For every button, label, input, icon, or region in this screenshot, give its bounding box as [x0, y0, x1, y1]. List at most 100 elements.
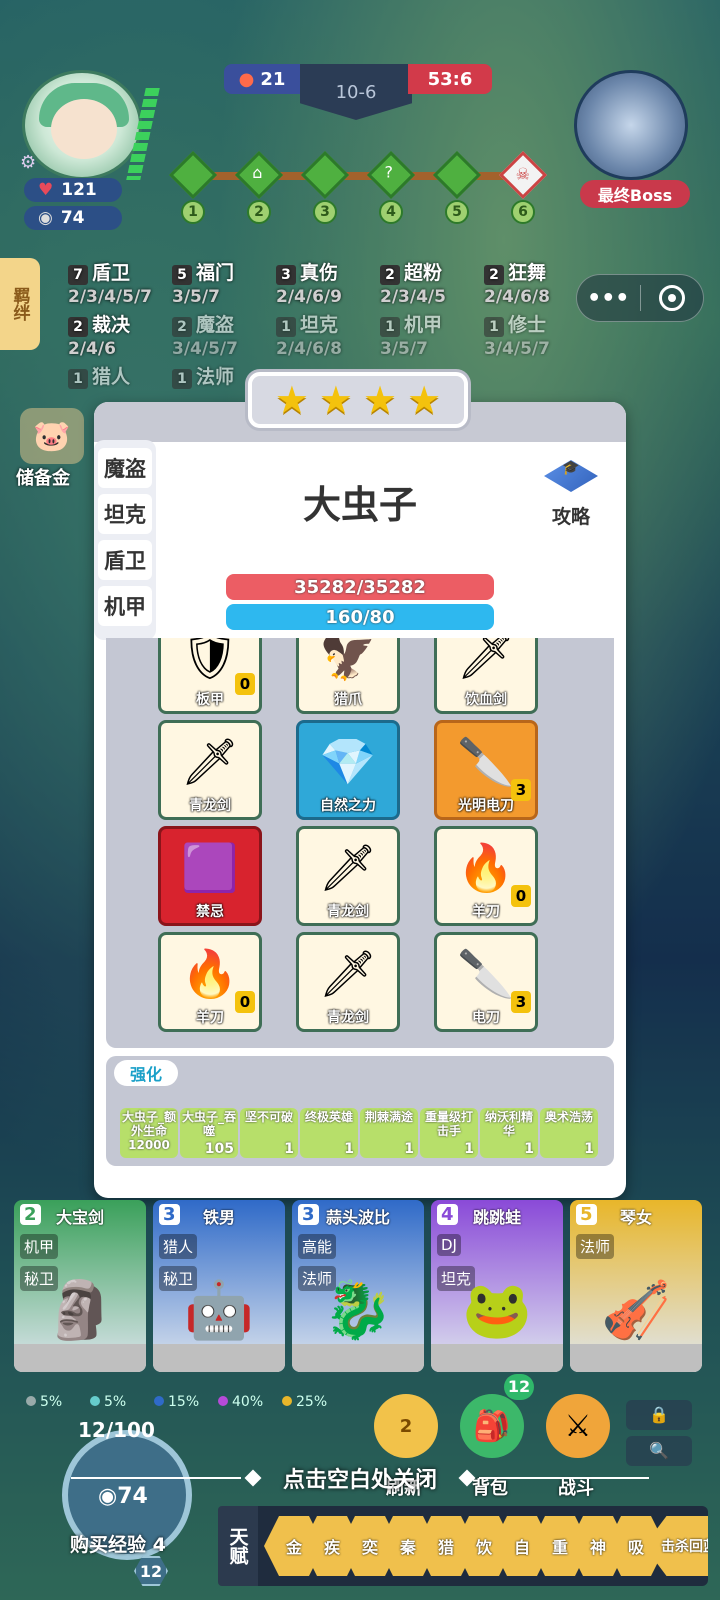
shop-odds-item: 40%	[218, 1394, 263, 1410]
blade-icon: 🔪	[457, 734, 515, 789]
synergy-item[interactable]: 2 超粉 2/3/4/5	[380, 258, 446, 307]
shop-card[interactable]: 5 琴女 法师 🎻	[570, 1200, 702, 1372]
shop-card[interactable]: 2 大宝剑 机甲 秘卫 🗿	[14, 1200, 146, 1372]
shop-card[interactable]: 4 跳跳蛙 DJ 坦克 🐸	[431, 1200, 563, 1372]
guide-button[interactable]: 🎓 攻略	[538, 460, 604, 530]
coin-icon: ◉	[38, 208, 53, 228]
synergy-name: 狂舞	[508, 262, 547, 284]
synergy-count: 1	[276, 317, 296, 337]
shop-card[interactable]: 3 铁男 猎人 秘卫 🤖	[153, 1200, 285, 1372]
enhancement-chip[interactable]: 大虫子_额外生命12000	[120, 1108, 178, 1158]
synergy-item[interactable]: 1 坦克 2/4/6/8	[276, 310, 342, 359]
enhancement-chip[interactable]: 终极英雄 1	[300, 1108, 358, 1158]
shop-card[interactable]: 3 蒜头波比 高能 法师 🐉	[292, 1200, 424, 1372]
odds-value: 40%	[232, 1394, 264, 1410]
synergy-name: 坦克	[300, 314, 339, 336]
enhancement-value: 1	[284, 1141, 294, 1157]
equipment-slot[interactable]: 🔪 光明电刀 3	[434, 720, 538, 820]
red-score: 53:6	[408, 64, 492, 94]
hint-diamond-left	[244, 1469, 262, 1487]
synergy-item[interactable]: 1 修士 3/4/5/7	[484, 310, 550, 359]
player-avatar[interactable]	[22, 70, 142, 180]
armor-icon: 🛡	[180, 638, 240, 683]
close-miniprogram-icon[interactable]	[641, 285, 704, 311]
synergy-item[interactable]: 5 福门 3/5/7	[172, 258, 234, 307]
final-boss-portrait[interactable]	[574, 70, 688, 180]
odds-dot-icon	[282, 1396, 292, 1406]
backpack-icon: 🎒	[473, 1408, 511, 1444]
trait-tab-1[interactable]: 坦克	[98, 494, 152, 534]
equipment-slot[interactable]: 🗡 青龙剑	[296, 826, 400, 926]
enhancement-chip[interactable]: 坚不可破 1	[240, 1108, 298, 1158]
equipment-slot[interactable]: 🔥 羊刀 0	[158, 932, 262, 1032]
miniprogram-capsule[interactable]: •••	[576, 274, 704, 322]
synergy-item[interactable]: 1 法师	[172, 362, 234, 391]
stage-number: 2	[247, 200, 271, 224]
card-trait: 机甲	[20, 1234, 59, 1259]
reserve-gold-label: 储备金	[16, 468, 70, 489]
backpack-button[interactable]: 🎒	[460, 1394, 524, 1458]
close-hint[interactable]: 点击空白处关闭	[0, 1458, 720, 1498]
coins-icon: 2	[399, 1415, 413, 1437]
synergy-item[interactable]: 2 狂舞 2/4/6/8	[484, 258, 550, 307]
card-name: 跳跳蛙	[472, 1208, 521, 1227]
blue-score-value: 21	[260, 68, 286, 90]
equipment-slot[interactable]: 🔥 羊刀 0	[434, 826, 538, 926]
equipment-slot[interactable]: 💎 自然之力	[296, 720, 400, 820]
talent-name: 奕	[361, 1538, 378, 1557]
talent-tab[interactable]: 天赋	[218, 1506, 258, 1586]
settings-gear-icon[interactable]: ⚙	[20, 152, 36, 173]
hero-hp-bar: 35282/35282	[226, 574, 494, 600]
equipment-slot[interactable]: 🗡 饮血剑	[434, 638, 538, 714]
synergy-count: 1	[68, 369, 88, 389]
cube-icon: 🟪	[181, 840, 239, 895]
hp-pill: ♥ 121	[24, 178, 122, 202]
xp-progress: 12/100	[78, 1418, 155, 1442]
card-footer	[153, 1344, 285, 1372]
gold-value: 74	[60, 208, 85, 228]
enhancement-value: 105	[204, 1141, 234, 1157]
enhancement-chip[interactable]: 纳沃利精华 1	[480, 1108, 538, 1158]
equipment-slot[interactable]: 🦅 猎爪	[296, 638, 400, 714]
synergy-count: 2	[172, 317, 192, 337]
equipment-slot[interactable]: 🛡 板甲 0	[158, 638, 262, 714]
enhancement-title: 强化	[114, 1060, 178, 1086]
talent-name: 猎	[437, 1538, 454, 1557]
synergy-tab[interactable]: 羁绊	[0, 258, 40, 350]
synergy-item[interactable]: 1 猎人	[68, 362, 130, 391]
more-menu-icon[interactable]: •••	[577, 286, 640, 311]
enhancement-chip[interactable]: 大虫子_吞噬 105	[180, 1108, 238, 1158]
hint-line-right	[479, 1477, 649, 1479]
trait-tab-3[interactable]: 机甲	[98, 586, 152, 626]
equipment-stack-badge: 0	[235, 673, 255, 695]
synergy-count: 5	[172, 265, 192, 285]
backpack-count-badge: 12	[504, 1374, 534, 1400]
lock-shop-button[interactable]: 🔒	[626, 1400, 692, 1430]
trait-tab-0[interactable]: 魔盗	[98, 448, 152, 488]
enhancement-chip[interactable]: 重量级打击手 1	[420, 1108, 478, 1158]
synergy-item[interactable]: 2 魔盗 3/4/5/7	[172, 310, 238, 359]
synergy-item[interactable]: 2 裁决 2/4/6	[68, 310, 130, 359]
synergy-item[interactable]: 1 机甲 3/5/7	[380, 310, 442, 359]
talent-strip: 金 疾 奕 秦 猎 饮 自 重 神 吸 击杀回蓝	[258, 1506, 708, 1586]
equipment-slot[interactable]: 🗡 青龙剑	[296, 932, 400, 1032]
synergy-item[interactable]: 3 真伤 2/4/6/9	[276, 258, 342, 307]
equipment-slot[interactable]: 🗡 青龙剑	[158, 720, 262, 820]
card-name: 蒜头波比	[325, 1208, 390, 1227]
equipment-slot[interactable]: 🔪 电刀 3	[434, 932, 538, 1032]
synergy-levels: 2/4/6/8	[276, 339, 342, 359]
refresh-button[interactable]: 2	[374, 1394, 438, 1458]
enhancement-value: 1	[524, 1141, 534, 1157]
battle-button[interactable]: ⚔	[546, 1394, 610, 1458]
red-score-value: 53:6	[427, 68, 473, 90]
trait-tab-2[interactable]: 盾卫	[98, 540, 152, 580]
equipment-slot[interactable]: 🟪 禁忌	[158, 826, 262, 926]
buy-xp-button[interactable]: 购买经验 4	[70, 1530, 166, 1557]
synergy-item[interactable]: 7 盾卫 2/3/4/5/7	[68, 258, 152, 307]
piggy-bank-icon[interactable]: 🐷	[20, 408, 84, 464]
enhancement-chip[interactable]: 奥术浩荡 1	[540, 1108, 598, 1158]
synergy-levels: 2/3/4/5/7	[68, 287, 152, 307]
gold-pill: ◉ 74	[24, 206, 122, 230]
synergy-levels: 3/5/7	[172, 287, 220, 307]
enhancement-chip[interactable]: 荆棘满途 1	[360, 1108, 418, 1158]
